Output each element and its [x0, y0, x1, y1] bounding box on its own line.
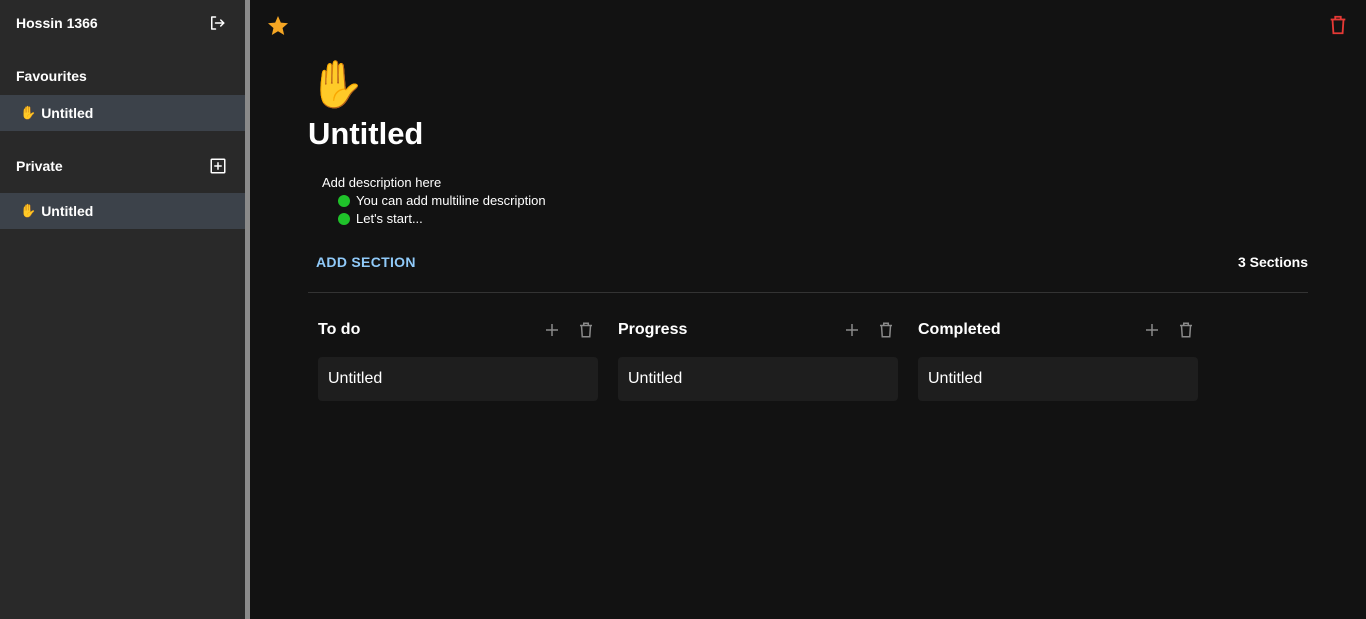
add-section-button[interactable]: ADD SECTION: [316, 254, 416, 270]
delete-section-icon[interactable]: [874, 318, 898, 342]
description-bullet-text: You can add multiline description: [356, 193, 546, 208]
board-emoji-icon[interactable]: ✋: [308, 58, 365, 110]
delete-section-icon[interactable]: [574, 318, 598, 342]
sidebar-item-private-untitled[interactable]: ✋ Untitled: [0, 193, 245, 229]
add-card-icon[interactable]: [840, 318, 864, 342]
favourite-star-icon[interactable]: [266, 14, 290, 38]
hand-emoji-icon: ✋: [20, 203, 37, 218]
add-card-icon[interactable]: [1140, 318, 1164, 342]
add-board-icon[interactable]: [208, 156, 228, 176]
logout-icon[interactable]: [207, 13, 227, 33]
sidebar-header: Hossin 1366: [16, 14, 230, 32]
private-header: Private: [16, 156, 230, 176]
hand-emoji-icon: ✋: [20, 105, 37, 120]
delete-board-icon[interactable]: [1327, 14, 1349, 36]
description-line: Add description here: [322, 175, 442, 190]
sidebar: Hossin 1366 Favourites ✋ Untitled Privat…: [0, 0, 245, 619]
description-bullet-text: Let's start...: [356, 211, 423, 226]
description-bullet: Let's start...: [338, 210, 546, 228]
add-card-icon[interactable]: [540, 318, 564, 342]
page-title[interactable]: Untitled: [308, 116, 423, 152]
section-count: 3 Sections: [1237, 254, 1308, 270]
description-bullet: You can add multiline description: [338, 192, 546, 210]
username: Hossin 1366: [16, 15, 98, 31]
board-description[interactable]: Add description here You can add multili…: [322, 174, 546, 228]
green-dot-icon: [338, 213, 350, 225]
divider: [308, 292, 1308, 293]
sidebar-item-label: Untitled: [41, 105, 94, 121]
section-completed: Completed Untitled: [918, 316, 1198, 401]
task-card[interactable]: Untitled: [318, 357, 598, 401]
section-title[interactable]: Completed: [918, 321, 1001, 339]
sidebar-resize-handle[interactable]: [245, 0, 250, 619]
section-title[interactable]: To do: [318, 321, 360, 339]
favourites-title: Favourites: [16, 68, 87, 84]
sidebar-item-label: Untitled: [41, 203, 94, 219]
section-todo: To do Untitled: [318, 316, 598, 401]
section-title[interactable]: Progress: [618, 321, 687, 339]
sidebar-item-favourite-untitled[interactable]: ✋ Untitled: [0, 95, 245, 131]
delete-section-icon[interactable]: [1174, 318, 1198, 342]
section-progress: Progress Untitled: [618, 316, 898, 401]
private-title: Private: [16, 158, 63, 174]
task-card[interactable]: Untitled: [918, 357, 1198, 401]
task-card[interactable]: Untitled: [618, 357, 898, 401]
green-dot-icon: [338, 195, 350, 207]
